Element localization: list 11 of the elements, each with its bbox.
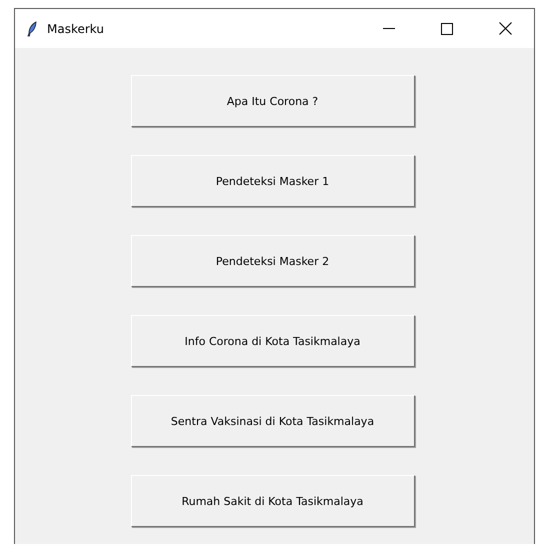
menu-button[interactable]: Pendeteksi Masker 2 — [130, 235, 414, 287]
menu-button[interactable]: Sentra Vaksinasi di Kota Tasikmalaya — [130, 395, 414, 447]
menu-button[interactable]: Rumah Sakit di Kota Tasikmalaya — [130, 475, 414, 527]
maximize-icon — [441, 22, 453, 34]
feather-icon — [27, 20, 37, 36]
window-title: Maskerku — [47, 22, 105, 36]
minimize-icon — [383, 28, 395, 29]
close-icon — [498, 22, 512, 35]
menu-button[interactable]: Pendeteksi Masker 1 — [130, 155, 414, 207]
menu-button[interactable]: Info Corona di Kota Tasikmalaya — [130, 315, 414, 367]
menu-button[interactable]: Apa Itu Corona ? — [130, 75, 414, 127]
